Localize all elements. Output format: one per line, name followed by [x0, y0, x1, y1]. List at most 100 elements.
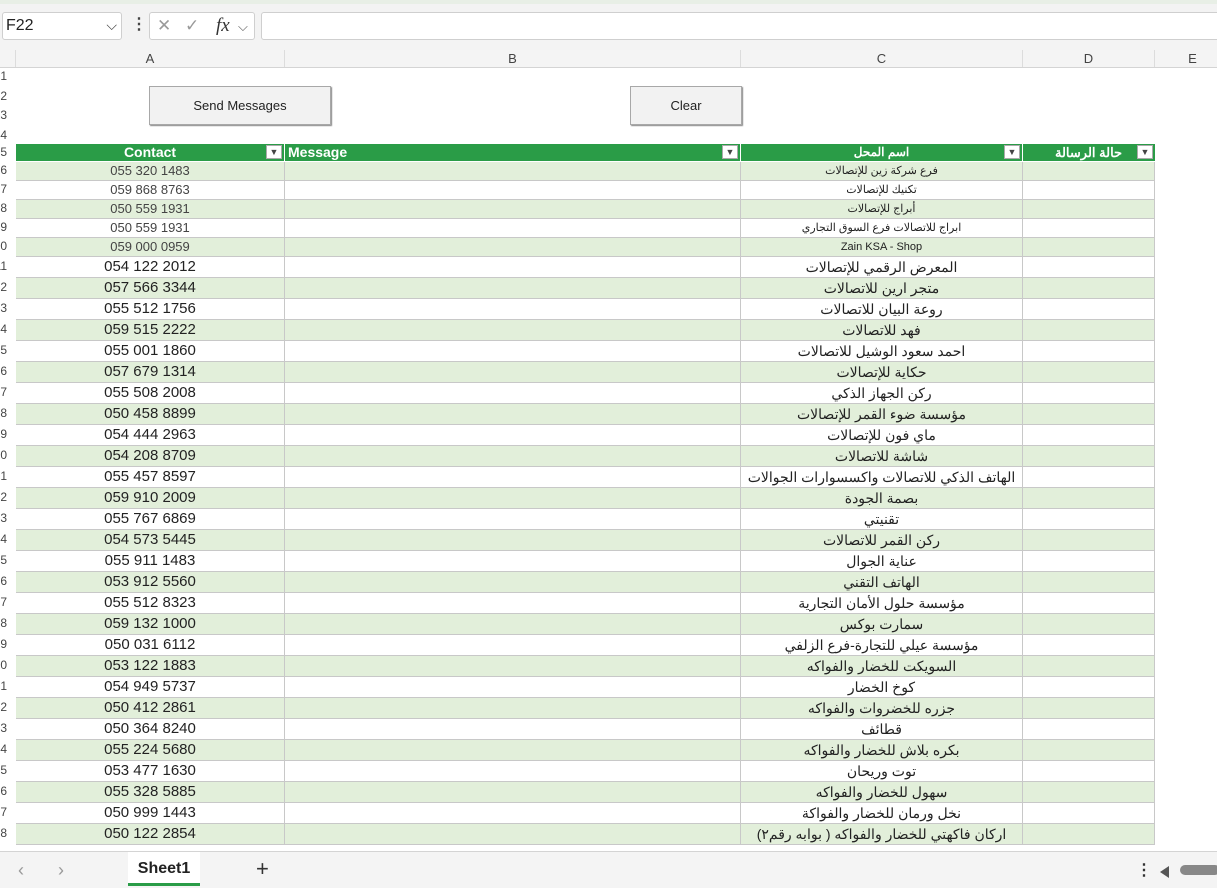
row-header[interactable]: 20 [0, 445, 16, 466]
status-cell[interactable] [1023, 761, 1155, 782]
row-header[interactable]: 38 [0, 823, 16, 844]
row-header[interactable]: 17 [0, 382, 16, 403]
row-header[interactable]: 4 [0, 126, 16, 145]
store-name-cell[interactable]: الهاتف التقني [741, 572, 1023, 593]
message-cell[interactable] [285, 362, 741, 383]
row-header[interactable]: 7 [0, 180, 16, 199]
status-cell[interactable] [1023, 425, 1155, 446]
row-header[interactable]: 12 [0, 277, 16, 298]
contact-cell[interactable]: 055 328 5885 [16, 782, 285, 803]
filter-dropdown-icon[interactable]: ▼ [1004, 145, 1020, 159]
sheet-tab-sheet1[interactable]: Sheet1 [128, 852, 200, 886]
message-cell[interactable] [285, 677, 741, 698]
contact-cell[interactable]: 055 767 6869 [16, 509, 285, 530]
row-header[interactable]: 11 [0, 256, 16, 277]
row-header[interactable]: 23 [0, 508, 16, 529]
row-header[interactable]: 28 [0, 613, 16, 634]
contact-cell[interactable]: 055 512 8323 [16, 593, 285, 614]
message-cell[interactable] [285, 200, 741, 219]
status-cell[interactable] [1023, 509, 1155, 530]
chevron-down-icon[interactable]: ⌵ [106, 17, 117, 34]
store-name-cell[interactable]: بصمة الجودة [741, 488, 1023, 509]
message-cell[interactable] [285, 551, 741, 572]
enter-icon[interactable]: ✓ [185, 16, 199, 36]
message-cell[interactable] [285, 446, 741, 467]
contact-cell[interactable]: 059 132 1000 [16, 614, 285, 635]
status-cell[interactable] [1023, 257, 1155, 278]
name-box[interactable]: F22 ⌵ [2, 12, 122, 40]
message-cell[interactable] [285, 614, 741, 635]
chevron-down-icon[interactable]: ⌵ [238, 19, 248, 35]
status-cell[interactable] [1023, 467, 1155, 488]
row-header[interactable]: 3 [0, 106, 16, 125]
message-cell[interactable] [285, 162, 741, 181]
row-header[interactable]: 21 [0, 466, 16, 487]
store-name-cell[interactable]: سمارت بوكس [741, 614, 1023, 635]
message-cell[interactable] [285, 219, 741, 238]
message-cell[interactable] [285, 467, 741, 488]
status-cell[interactable] [1023, 320, 1155, 341]
row-header[interactable]: 14 [0, 319, 16, 340]
store-name-cell[interactable]: ابراج للاتصالات فرع السوق التجاري [741, 219, 1023, 238]
message-cell[interactable] [285, 299, 741, 320]
message-cell[interactable] [285, 320, 741, 341]
status-cell[interactable] [1023, 383, 1155, 404]
store-name-cell[interactable]: أبراج للإتصالات [741, 200, 1023, 219]
status-cell[interactable] [1023, 341, 1155, 362]
row-header[interactable]: 30 [0, 655, 16, 676]
status-cell[interactable] [1023, 698, 1155, 719]
status-cell[interactable] [1023, 656, 1155, 677]
status-cell[interactable] [1023, 446, 1155, 467]
store-name-cell[interactable]: جزره للخضروات والفواكه [741, 698, 1023, 719]
contact-cell[interactable]: 050 559 1931 [16, 219, 285, 238]
message-cell[interactable] [285, 341, 741, 362]
status-cell[interactable] [1023, 572, 1155, 593]
contact-cell[interactable]: 059 868 8763 [16, 181, 285, 200]
contact-cell[interactable]: 053 477 1630 [16, 761, 285, 782]
message-cell[interactable] [285, 572, 741, 593]
row-header[interactable]: 36 [0, 781, 16, 802]
filter-dropdown-icon[interactable]: ▼ [266, 145, 282, 159]
store-name-cell[interactable]: شاشة للاتصالات [741, 446, 1023, 467]
contact-cell[interactable]: 050 458 8899 [16, 404, 285, 425]
cancel-icon[interactable]: ✕ [157, 16, 171, 36]
contact-cell[interactable]: 050 364 8240 [16, 719, 285, 740]
status-cell[interactable] [1023, 530, 1155, 551]
status-cell[interactable] [1023, 677, 1155, 698]
store-name-cell[interactable]: المعرض الرقمي للإتصالات [741, 257, 1023, 278]
message-cell[interactable] [285, 181, 741, 200]
store-name-cell[interactable]: اركان فاكهتي للخضار والفواكه ( بوابه رقم… [741, 824, 1023, 845]
store-name-cell[interactable]: نخل ورمان للخضار والفواكة [741, 803, 1023, 824]
insert-function-icon[interactable]: fx [216, 15, 230, 37]
column-header-e[interactable]: E [1155, 50, 1217, 67]
contact-cell[interactable]: 050 559 1931 [16, 200, 285, 219]
row-header[interactable]: 8 [0, 199, 16, 218]
message-cell[interactable] [285, 803, 741, 824]
message-cell[interactable] [285, 656, 741, 677]
column-header-c[interactable]: C [741, 50, 1023, 67]
message-cell[interactable] [285, 740, 741, 761]
contact-cell[interactable]: 050 412 2861 [16, 698, 285, 719]
contact-cell[interactable]: 050 031 6112 [16, 635, 285, 656]
chevron-left-icon[interactable]: ‹ [18, 860, 24, 881]
message-cell[interactable] [285, 761, 741, 782]
contact-cell[interactable]: 055 457 8597 [16, 467, 285, 488]
status-cell[interactable] [1023, 551, 1155, 572]
row-header[interactable]: 13 [0, 298, 16, 319]
status-cell[interactable] [1023, 782, 1155, 803]
status-cell[interactable] [1023, 719, 1155, 740]
message-cell[interactable] [285, 635, 741, 656]
status-cell[interactable] [1023, 299, 1155, 320]
contact-cell[interactable]: 055 911 1483 [16, 551, 285, 572]
store-name-cell[interactable]: Zain KSA - Shop [741, 238, 1023, 257]
send-messages-button[interactable]: Send Messages [149, 86, 331, 125]
contact-cell[interactable]: 057 566 3344 [16, 278, 285, 299]
more-options-icon[interactable]: ⋮ [131, 14, 147, 34]
row-header[interactable]: 1 [0, 67, 16, 86]
status-cell[interactable] [1023, 219, 1155, 238]
store-name-cell[interactable]: مؤسسة حلول الأمان التجارية [741, 593, 1023, 614]
contact-cell[interactable]: 057 679 1314 [16, 362, 285, 383]
message-cell[interactable] [285, 404, 741, 425]
row-header[interactable]: 29 [0, 634, 16, 655]
status-cell[interactable] [1023, 740, 1155, 761]
